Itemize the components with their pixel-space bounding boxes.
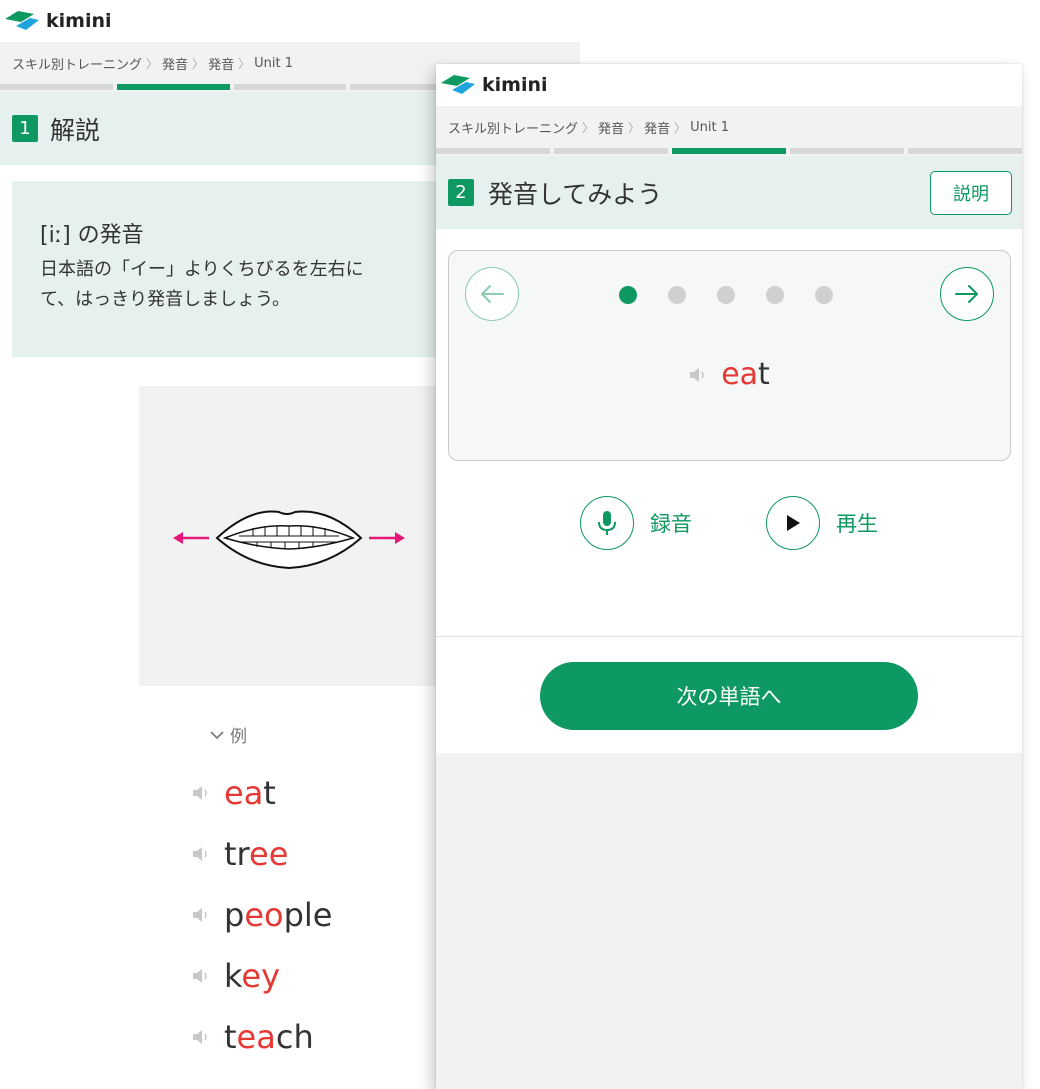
record-button[interactable]: 録音	[580, 496, 692, 550]
chevron-right-icon: 〉	[192, 56, 205, 71]
top-bar: kimini	[436, 64, 1022, 106]
logo-text: kimini	[46, 10, 112, 32]
chevron-right-icon: 〉	[146, 56, 159, 71]
divider	[436, 636, 1022, 637]
record-label: 録音	[650, 512, 692, 536]
play-button[interactable]: 再生	[766, 496, 878, 550]
pagination-dot[interactable]	[668, 286, 686, 304]
arrow-left-icon	[481, 285, 504, 303]
pagination-dot[interactable]	[619, 286, 637, 304]
logo-text: kimini	[482, 74, 548, 96]
highlighted-letters: ea	[236, 1017, 276, 1056]
breadcrumb-item-skill-training[interactable]: スキル別トレーニング	[448, 118, 578, 137]
current-word[interactable]: eat	[449, 357, 1010, 392]
mouth-spread-lips-icon	[173, 510, 405, 570]
breadcrumb: スキル別トレーニング〉 発音〉 発音〉 Unit 1	[436, 106, 1022, 148]
chevron-down-icon	[210, 730, 224, 739]
speaker-icon	[193, 1029, 207, 1044]
kimini-logo[interactable]: kimini	[4, 10, 112, 32]
chevron-right-icon: 〉	[674, 120, 687, 135]
practice-screen: kimini スキル別トレーニング〉 発音〉 発音〉 Unit 1 2 発音して…	[436, 64, 1022, 1089]
progress-step-0	[0, 84, 113, 90]
speaker-icon	[193, 846, 207, 861]
progress-step-1	[116, 84, 230, 90]
word-text: people	[224, 896, 332, 934]
speaker-icon	[193, 785, 207, 800]
breadcrumb-item-pronunciation[interactable]: 発音	[162, 54, 188, 73]
chevron-right-icon: 〉	[238, 56, 251, 71]
example-word-item[interactable]: eat	[192, 762, 332, 823]
play-label: 再生	[836, 512, 878, 536]
word-text: eat	[224, 774, 276, 812]
arrow-right-icon	[955, 285, 978, 303]
step-progress-bar	[436, 148, 1022, 156]
word-letters: t	[224, 1017, 237, 1056]
progress-step-3	[790, 148, 904, 154]
kimini-logo-icon	[441, 75, 475, 94]
breadcrumb-item-unit: Unit 1	[690, 119, 729, 135]
example-word-list: eat tree people key teach	[192, 762, 332, 1067]
speaker-icon	[690, 367, 704, 382]
footer-area	[436, 753, 1022, 1089]
progress-step-2	[233, 84, 347, 90]
breadcrumb-item-pronunciation-sub[interactable]: 発音	[644, 118, 670, 137]
section-header-left: 2 発音してみよう	[448, 175, 662, 211]
example-word-item[interactable]: tree	[192, 823, 332, 884]
top-bar: kimini	[0, 0, 580, 42]
word-letters: k	[224, 956, 242, 995]
word-letters: t	[263, 773, 276, 812]
highlighted-letters: eo	[244, 895, 284, 934]
example-word-item[interactable]: key	[192, 945, 332, 1006]
breadcrumb-item-pronunciation[interactable]: 発音	[598, 118, 624, 137]
section-header: 2 発音してみよう 説明	[436, 156, 1022, 229]
chevron-right-icon: 〉	[628, 120, 641, 135]
word-card: eat	[448, 250, 1011, 461]
example-word-item[interactable]: teach	[192, 1006, 332, 1067]
pagination-dot[interactable]	[815, 286, 833, 304]
next-word-arrow-button[interactable]	[940, 267, 994, 321]
section-title: 解説	[50, 115, 101, 145]
microphone-icon	[580, 496, 634, 550]
word-text: key	[224, 957, 280, 995]
speaker-icon	[193, 968, 207, 983]
breadcrumb-item-pronunciation-sub[interactable]: 発音	[208, 54, 234, 73]
word-letters: tr	[224, 834, 249, 873]
explanation-button[interactable]: 説明	[930, 170, 1012, 215]
examples-label: 例	[230, 727, 247, 747]
section-number-badge: 1	[12, 115, 38, 142]
pagination-dot[interactable]	[766, 286, 784, 304]
highlighted-letters: ea	[721, 357, 759, 392]
pagination-dot[interactable]	[717, 286, 735, 304]
mouth-illustration-panel	[139, 386, 439, 686]
progress-step-1	[554, 148, 668, 154]
previous-word-button[interactable]	[465, 267, 519, 321]
word-pagination-dots	[619, 286, 833, 304]
progress-step-4	[908, 148, 1022, 154]
highlighted-letters: ey	[241, 956, 281, 995]
word-text: eat	[721, 357, 770, 392]
kimini-logo[interactable]: kimini	[440, 74, 548, 96]
play-icon	[766, 496, 820, 550]
word-letters: p	[224, 895, 245, 934]
section-title: 発音してみよう	[488, 179, 663, 209]
chevron-right-icon: 〉	[582, 120, 595, 135]
breadcrumb-item-unit: Unit 1	[254, 55, 293, 71]
audio-actions: 録音 再生	[436, 496, 1022, 550]
word-letters: ch	[275, 1017, 314, 1056]
highlighted-letters: ea	[224, 773, 264, 812]
word-text: tree	[224, 835, 288, 873]
section-number-badge: 2	[448, 179, 474, 206]
examples-toggle[interactable]: 例	[210, 722, 247, 747]
progress-step-2	[672, 148, 786, 154]
progress-step-0	[436, 148, 550, 154]
word-text: teach	[224, 1018, 314, 1056]
example-word-item[interactable]: people	[192, 884, 332, 945]
word-letters: ple	[283, 895, 333, 934]
kimini-logo-icon	[5, 11, 39, 30]
word-letters: t	[758, 357, 770, 392]
speaker-icon	[193, 907, 207, 922]
breadcrumb-item-skill-training[interactable]: スキル別トレーニング	[12, 54, 142, 73]
highlighted-letters: ee	[249, 834, 289, 873]
next-word-button[interactable]: 次の単語へ	[540, 662, 918, 730]
